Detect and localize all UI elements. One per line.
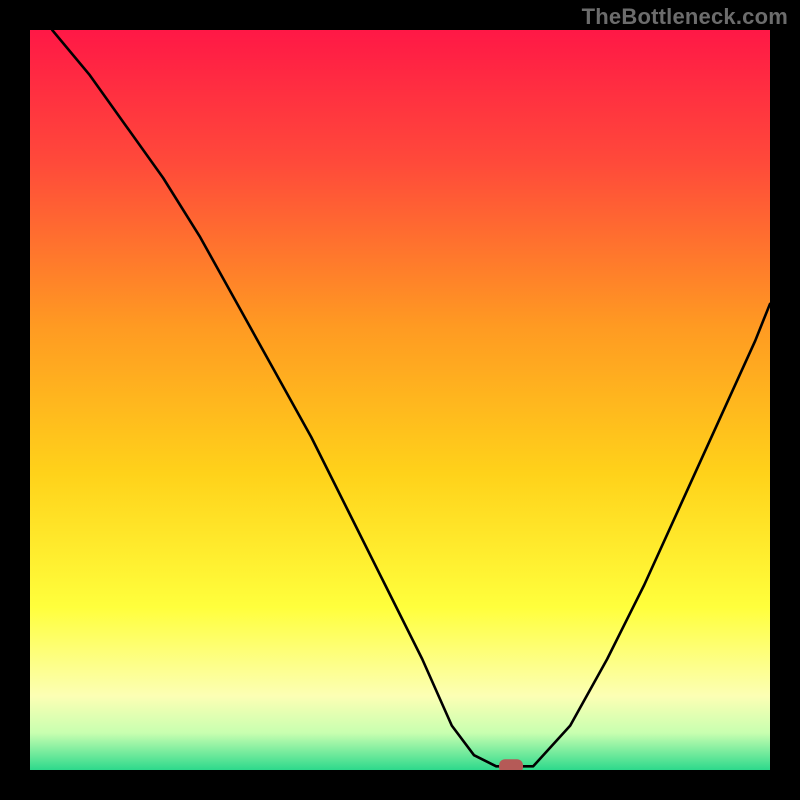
- gradient-background: [30, 30, 770, 770]
- plot-area: [30, 30, 770, 770]
- watermark-text: TheBottleneck.com: [582, 4, 788, 30]
- plot-svg: [30, 30, 770, 770]
- chart-container: TheBottleneck.com: [0, 0, 800, 800]
- optimal-marker: [499, 759, 523, 770]
